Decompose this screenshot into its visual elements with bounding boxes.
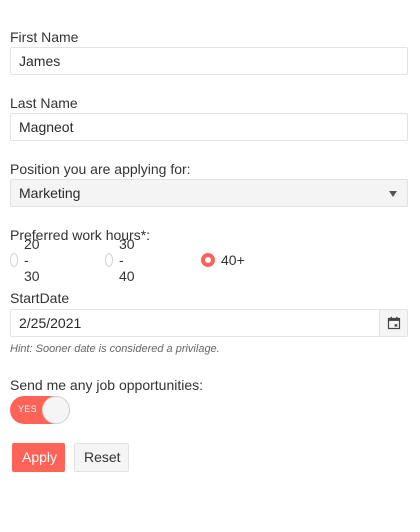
- switch-thumb: [42, 396, 70, 424]
- apply-button[interactable]: Apply: [12, 443, 65, 472]
- radio-circle: [10, 253, 18, 267]
- start-date-label: StartDate: [10, 290, 70, 306]
- switch-on-label: YES: [18, 404, 37, 414]
- last-name-value: Magneot: [19, 119, 74, 135]
- position-dropdown[interactable]: Marketing: [10, 179, 408, 207]
- radio-20-30[interactable]: 20 - 30: [10, 236, 46, 284]
- radio-40-plus[interactable]: 40+: [201, 251, 245, 269]
- radio-label: 40+: [221, 252, 245, 268]
- radio-circle: [105, 253, 113, 267]
- first-name-input[interactable]: James: [10, 47, 408, 75]
- calendar-button[interactable]: [379, 310, 407, 336]
- start-date-hint: Hint: Sooner date is considered a privil…: [10, 343, 220, 355]
- last-name-label: Last Name: [10, 95, 78, 111]
- start-date-value: 2/25/2021: [19, 315, 82, 331]
- reset-button[interactable]: Reset: [74, 443, 129, 472]
- first-name-label: First Name: [10, 29, 79, 45]
- job-opportunities-label: Send me any job opportunities:: [10, 377, 204, 393]
- last-name-input[interactable]: Magneot: [10, 113, 408, 141]
- radio-circle-checked: [201, 253, 215, 267]
- radio-label: 20 - 30: [23, 236, 40, 284]
- position-selected-value: Marketing: [19, 185, 81, 201]
- start-date-input[interactable]: 2/25/2021: [10, 309, 408, 337]
- radio-30-40[interactable]: 30 - 40: [105, 236, 141, 284]
- calendar-icon: [387, 316, 400, 330]
- caret-down-icon: [389, 191, 397, 197]
- radio-label: 30 - 40: [118, 236, 135, 284]
- job-opportunities-switch[interactable]: YES: [10, 396, 70, 424]
- position-label: Position you are applying for:: [10, 161, 191, 177]
- first-name-value: James: [19, 53, 61, 69]
